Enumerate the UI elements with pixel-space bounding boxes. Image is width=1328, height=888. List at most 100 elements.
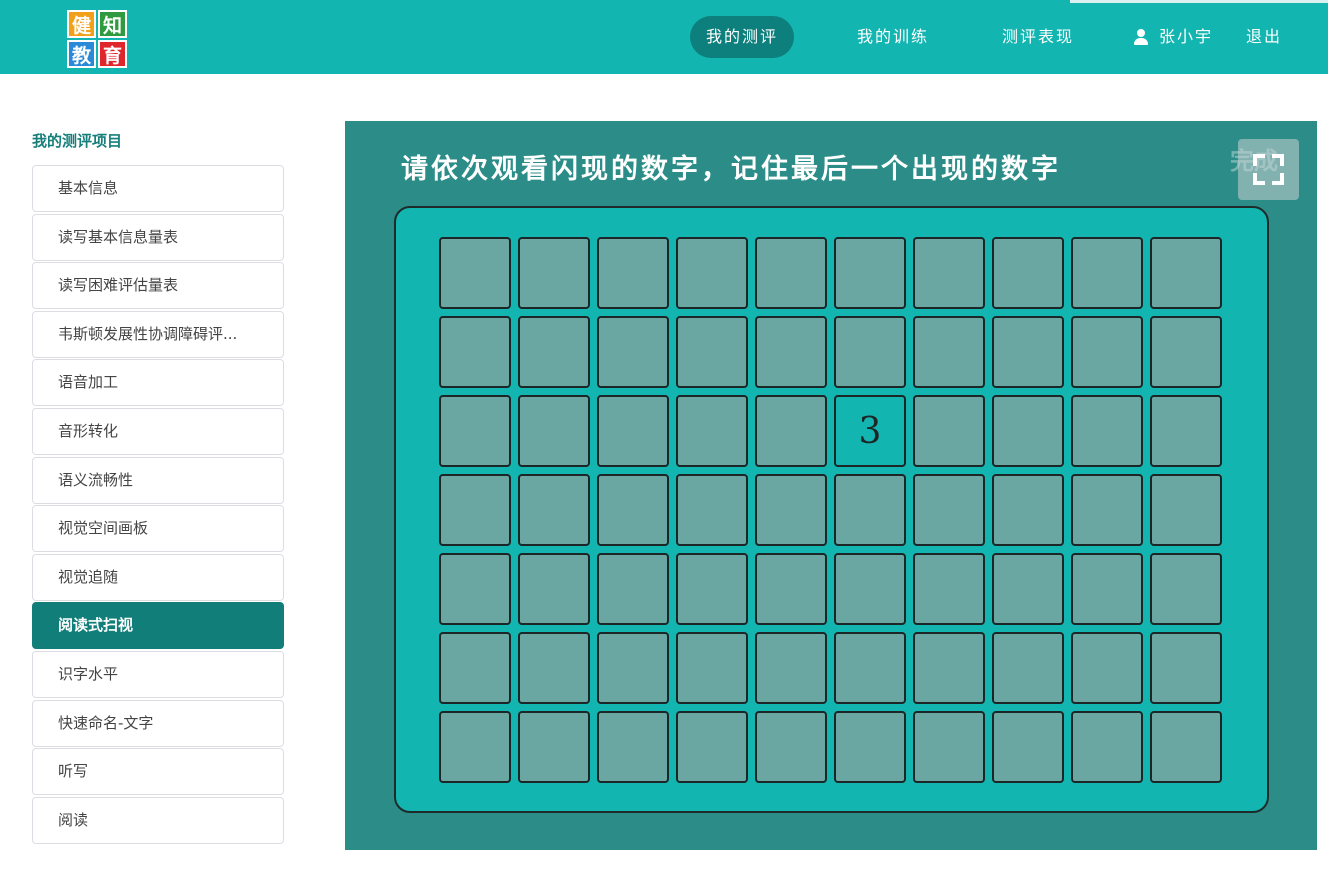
logo-char-4: 育 bbox=[98, 40, 127, 68]
grid-cell[interactable] bbox=[1150, 395, 1222, 467]
user-menu[interactable]: 张小宇 bbox=[1133, 16, 1213, 58]
grid-cell[interactable] bbox=[518, 316, 590, 388]
grid-cell[interactable] bbox=[1071, 395, 1143, 467]
grid-cell[interactable] bbox=[992, 237, 1064, 309]
grid-cell[interactable] bbox=[597, 632, 669, 704]
logout-button[interactable]: 退出 bbox=[1246, 16, 1282, 58]
grid-cell[interactable] bbox=[834, 553, 906, 625]
grid-cell[interactable] bbox=[992, 632, 1064, 704]
grid-cell[interactable] bbox=[597, 711, 669, 783]
grid-cell[interactable] bbox=[755, 395, 827, 467]
grid-cell[interactable] bbox=[913, 632, 985, 704]
grid-cell[interactable] bbox=[1071, 711, 1143, 783]
grid-cell[interactable] bbox=[676, 711, 748, 783]
top-nav-bar: 健 知 教 育 我的测评 我的训练 测评表现 张小宇 退出 bbox=[0, 0, 1328, 74]
grid-cell[interactable] bbox=[1150, 632, 1222, 704]
grid-cell[interactable] bbox=[518, 474, 590, 546]
sidebar-item[interactable]: 语义流畅性 bbox=[32, 456, 284, 504]
logo-char-2: 知 bbox=[98, 10, 127, 38]
grid-cell[interactable] bbox=[676, 395, 748, 467]
grid-cell[interactable] bbox=[518, 632, 590, 704]
grid-cell[interactable] bbox=[1150, 553, 1222, 625]
grid-cell[interactable] bbox=[755, 553, 827, 625]
grid-cell[interactable] bbox=[755, 711, 827, 783]
brand-logo[interactable]: 健 知 教 育 bbox=[67, 10, 129, 69]
sidebar-item[interactable]: 阅读式扫视 bbox=[32, 602, 284, 650]
logo-char-1: 健 bbox=[67, 10, 96, 38]
sidebar-title: 我的测评项目 bbox=[32, 132, 123, 150]
grid-cell[interactable] bbox=[1071, 316, 1143, 388]
grid-cell[interactable] bbox=[518, 395, 590, 467]
grid-cell[interactable] bbox=[597, 395, 669, 467]
sidebar-item[interactable]: 基本信息 bbox=[32, 165, 284, 212]
grid-cell[interactable] bbox=[755, 316, 827, 388]
sidebar-item[interactable]: 阅读 bbox=[32, 796, 284, 844]
grid-cell[interactable] bbox=[755, 237, 827, 309]
test-instruction: 请依次观看闪现的数字，记住最后一个出现的数字 bbox=[401, 154, 1061, 185]
grid-cell[interactable] bbox=[518, 553, 590, 625]
grid-cell[interactable] bbox=[676, 237, 748, 309]
grid-cell[interactable] bbox=[913, 395, 985, 467]
grid-cell[interactable] bbox=[913, 711, 985, 783]
nav-my-training[interactable]: 我的训练 bbox=[846, 16, 940, 58]
grid-cell[interactable] bbox=[439, 632, 511, 704]
grid-cell[interactable] bbox=[913, 237, 985, 309]
grid-cell[interactable] bbox=[1150, 237, 1222, 309]
grid-cell[interactable] bbox=[1071, 632, 1143, 704]
grid-cell[interactable] bbox=[597, 474, 669, 546]
sidebar-item[interactable]: 读写困难评估量表 bbox=[32, 262, 284, 310]
grid-cell[interactable] bbox=[439, 474, 511, 546]
grid-cell[interactable] bbox=[597, 237, 669, 309]
fullscreen-button[interactable] bbox=[1238, 139, 1299, 200]
sidebar-item[interactable]: 读写基本信息量表 bbox=[32, 213, 284, 261]
game-board: 3 bbox=[394, 206, 1269, 813]
grid-cell[interactable] bbox=[755, 632, 827, 704]
grid-cell[interactable] bbox=[992, 395, 1064, 467]
sidebar-item[interactable]: 视觉追随 bbox=[32, 553, 284, 601]
grid-cell[interactable] bbox=[439, 237, 511, 309]
sidebar-item[interactable]: 韦斯顿发展性协调障碍评... bbox=[32, 310, 284, 358]
grid-cell[interactable] bbox=[834, 237, 906, 309]
flashed-digit-cell[interactable]: 3 bbox=[834, 395, 906, 467]
grid-cell[interactable] bbox=[676, 632, 748, 704]
grid-cell[interactable] bbox=[834, 632, 906, 704]
grid-cell[interactable] bbox=[439, 316, 511, 388]
grid-cell[interactable] bbox=[1071, 474, 1143, 546]
grid-cell[interactable] bbox=[992, 316, 1064, 388]
grid-cell[interactable] bbox=[597, 316, 669, 388]
grid-cell[interactable] bbox=[676, 553, 748, 625]
grid-cell[interactable] bbox=[992, 474, 1064, 546]
grid-cell[interactable] bbox=[518, 237, 590, 309]
grid-cell[interactable] bbox=[834, 711, 906, 783]
grid-cell[interactable] bbox=[913, 316, 985, 388]
sidebar-item[interactable]: 快速命名-文字 bbox=[32, 699, 284, 747]
grid-cell[interactable] bbox=[1071, 553, 1143, 625]
grid-cell[interactable] bbox=[439, 395, 511, 467]
grid-cell[interactable] bbox=[439, 553, 511, 625]
grid-cell[interactable] bbox=[913, 553, 985, 625]
grid-cell[interactable] bbox=[992, 711, 1064, 783]
sidebar-item[interactable]: 语音加工 bbox=[32, 359, 284, 407]
grid-cell[interactable] bbox=[597, 553, 669, 625]
grid-cell[interactable] bbox=[439, 711, 511, 783]
grid-cell[interactable] bbox=[834, 316, 906, 388]
nav-my-assessment[interactable]: 我的测评 bbox=[690, 16, 794, 58]
grid-cell[interactable] bbox=[1150, 474, 1222, 546]
user-name: 张小宇 bbox=[1159, 27, 1214, 46]
grid-cell[interactable] bbox=[676, 474, 748, 546]
sidebar-item[interactable]: 听写 bbox=[32, 748, 284, 796]
logo-char-3: 教 bbox=[67, 40, 96, 68]
sidebar-item[interactable]: 识字水平 bbox=[32, 650, 284, 698]
grid-cell[interactable] bbox=[676, 316, 748, 388]
grid-cell[interactable] bbox=[755, 474, 827, 546]
nav-assessment-performance[interactable]: 测评表现 bbox=[991, 16, 1085, 58]
grid-cell[interactable] bbox=[913, 474, 985, 546]
grid-cell[interactable] bbox=[1150, 316, 1222, 388]
sidebar-item[interactable]: 视觉空间画板 bbox=[32, 505, 284, 553]
sidebar-item[interactable]: 音形转化 bbox=[32, 407, 284, 455]
grid-cell[interactable] bbox=[1071, 237, 1143, 309]
grid-cell[interactable] bbox=[518, 711, 590, 783]
grid-cell[interactable] bbox=[1150, 711, 1222, 783]
grid-cell[interactable] bbox=[992, 553, 1064, 625]
grid-cell[interactable] bbox=[834, 474, 906, 546]
